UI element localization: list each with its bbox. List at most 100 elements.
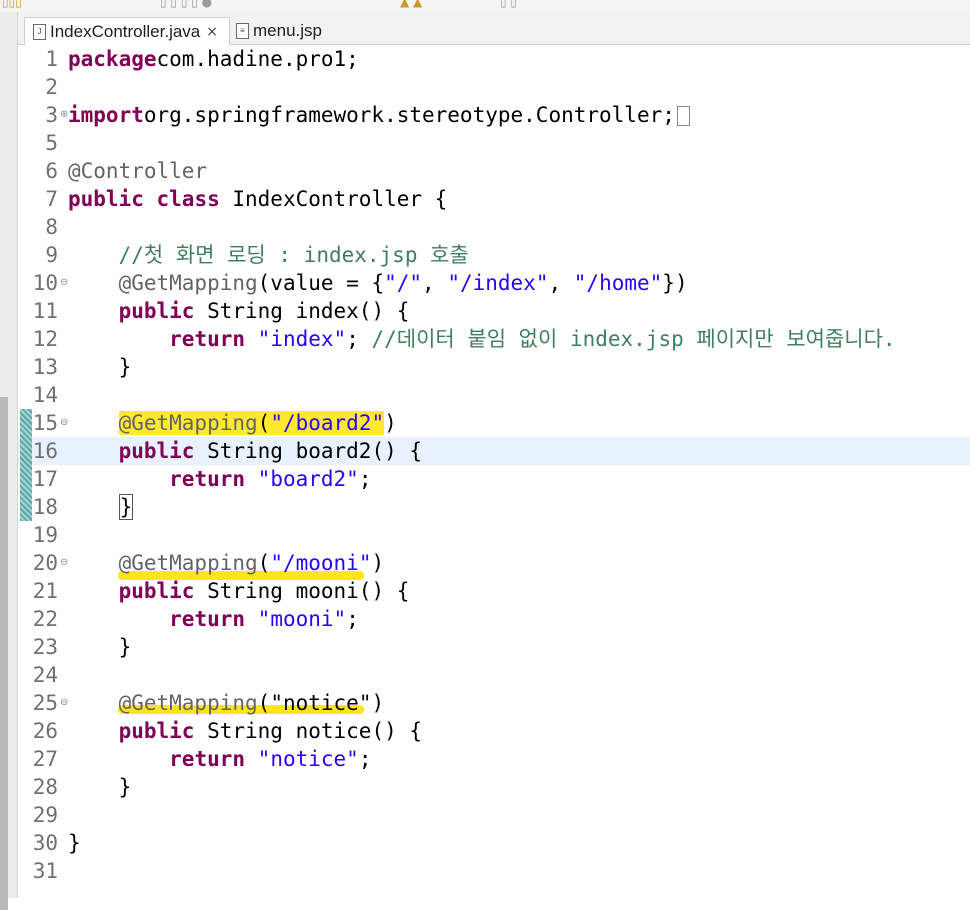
code-token: String board2() { (194, 439, 423, 463)
line-number: 14 (32, 383, 58, 407)
code-line[interactable]: 20 ⊖ @GetMapping("/mooni") (18, 549, 970, 577)
line-number: 6 (45, 159, 58, 183)
code-line[interactable]: 16 public String board2() { (18, 437, 970, 465)
code-token: (value = { (257, 271, 385, 295)
toolbar-icons[interactable]: ▯ ▯ ▯ ▯ ● (160, 0, 212, 8)
code-token: , (548, 271, 574, 295)
code-text: return "index"; //데이터 붙임 없이 index.jsp 페이… (68, 325, 896, 353)
code-line[interactable]: 31 (18, 857, 970, 885)
folded-imports-box[interactable] (676, 106, 690, 126)
code-line[interactable]: 15 ⊖ @GetMapping("/board2") (18, 409, 970, 437)
code-text: @GetMapping("/board2") (68, 409, 397, 437)
tab-label: menu.jsp (253, 21, 322, 40)
code-token: } (118, 494, 134, 520)
code-token: ; (358, 467, 372, 491)
line-number: 7 (45, 187, 58, 211)
code-token: @GetMapping (118, 691, 258, 715)
code-token: @Controller (68, 159, 208, 183)
code-token: return (169, 467, 246, 491)
file-icon: J (33, 24, 46, 40)
panel-scroll-indicator (0, 397, 8, 910)
code-line[interactable]: 11 public String index() { (18, 297, 970, 325)
code-text: @GetMapping("notice") (68, 689, 385, 717)
code-line[interactable]: 24 (18, 661, 970, 689)
toolbar-icons[interactable]: ▯▯▯ (2, 0, 22, 8)
code-token: ; (358, 747, 372, 771)
code-token: ( (257, 551, 271, 575)
line-number: 31 (32, 859, 58, 883)
toolbar-icons[interactable]: ▯ ▯ (500, 0, 517, 8)
line-number: 3 (45, 103, 58, 127)
code-token: org.springframework.stereotype.Controlle… (143, 103, 675, 127)
code-token: //데이터 붙임 없이 index.jsp 페이지만 보여줍니다. (371, 327, 896, 351)
line-number: 24 (32, 663, 58, 687)
code-text: @GetMapping(value = {"/", "/index", "/ho… (68, 269, 688, 297)
code-token: public (68, 187, 144, 211)
line-number: 20 (32, 551, 58, 575)
code-text: @GetMapping("/mooni") (68, 549, 385, 577)
code-line[interactable]: 21 public String mooni() { (18, 577, 970, 605)
code-line[interactable]: 26 public String notice() { (18, 717, 970, 745)
code-token: "/mooni" (270, 551, 372, 575)
line-number: 1 (45, 47, 58, 71)
code-text: public String board2() { (68, 437, 422, 465)
code-line[interactable]: 30} (18, 829, 970, 857)
line-number: 13 (32, 355, 58, 379)
code-token: ) (371, 691, 385, 715)
code-line[interactable]: 28 } (18, 773, 970, 801)
code-token: String mooni() { (194, 579, 410, 603)
code-text: } (68, 353, 132, 381)
code-line[interactable]: 13 } (18, 353, 970, 381)
code-line[interactable]: 7 public class IndexController { (18, 185, 970, 213)
code-token: public (118, 299, 195, 323)
left-panel-strip (0, 12, 18, 910)
code-token: , (422, 271, 448, 295)
code-line[interactable]: 25 ⊖ @GetMapping("notice") (18, 689, 970, 717)
code-line[interactable]: 12 return "index"; //데이터 붙임 없이 index.jsp… (18, 325, 970, 353)
code-line[interactable]: 3 ⊕ importorg.springframework.stereotype.C… (18, 101, 970, 129)
code-token: ( (257, 691, 271, 715)
code-token: "board2" (257, 467, 359, 491)
code-line[interactable]: 2 (18, 73, 970, 101)
code-line[interactable]: 27 return "notice"; (18, 745, 970, 773)
code-token: } (68, 355, 132, 379)
code-token: "/board2" (270, 411, 385, 435)
code-line[interactable]: 17 return "board2"; (18, 465, 970, 493)
code-line[interactable]: 9 //첫 화면 로딩 : index.jsp 호출 (18, 241, 970, 269)
close-icon[interactable]: × (206, 24, 218, 40)
code-token: } (68, 775, 132, 799)
code-text: //첫 화면 로딩 : index.jsp 호출 (68, 241, 469, 269)
code-line[interactable]: 22 return "mooni"; (18, 605, 970, 633)
code-line[interactable]: 5 (18, 129, 970, 157)
code-token: String notice() { (194, 719, 423, 743)
line-number: 9 (45, 243, 58, 267)
code-line[interactable]: 19 (18, 521, 970, 549)
editor-tab-bar: J IndexController.java × ≡ menu.jsp (18, 12, 970, 46)
tab-menu-jsp[interactable]: ≡ menu.jsp (232, 18, 342, 44)
code-token: return (169, 607, 246, 631)
code-token: public (118, 719, 195, 743)
line-number: 23 (32, 635, 58, 659)
code-line[interactable]: 18 } (18, 493, 970, 521)
tab-indexcontroller[interactable]: J IndexController.java × (24, 17, 230, 46)
file-icon: ≡ (236, 23, 249, 39)
code-editor[interactable]: 1 packagecom.hadine.pro1; 2 3 ⊕ importorg.spr… (18, 45, 970, 898)
line-number: 25 (32, 691, 58, 715)
code-line[interactable]: 6 @Controller (18, 157, 970, 185)
line-number: 22 (32, 607, 58, 631)
code-line[interactable]: 1 packagecom.hadine.pro1; (18, 45, 970, 73)
code-line[interactable]: 23 } (18, 633, 970, 661)
code-line[interactable]: 14 (18, 381, 970, 409)
code-line[interactable]: 29 (18, 801, 970, 829)
code-token: "/home" (573, 271, 663, 295)
code-line[interactable]: 8 (18, 213, 970, 241)
toolbar-icons[interactable]: ▲ ▲ (400, 0, 422, 8)
code-line[interactable]: 10 ⊖ @GetMapping(value = {"/", "/index", … (18, 269, 970, 297)
